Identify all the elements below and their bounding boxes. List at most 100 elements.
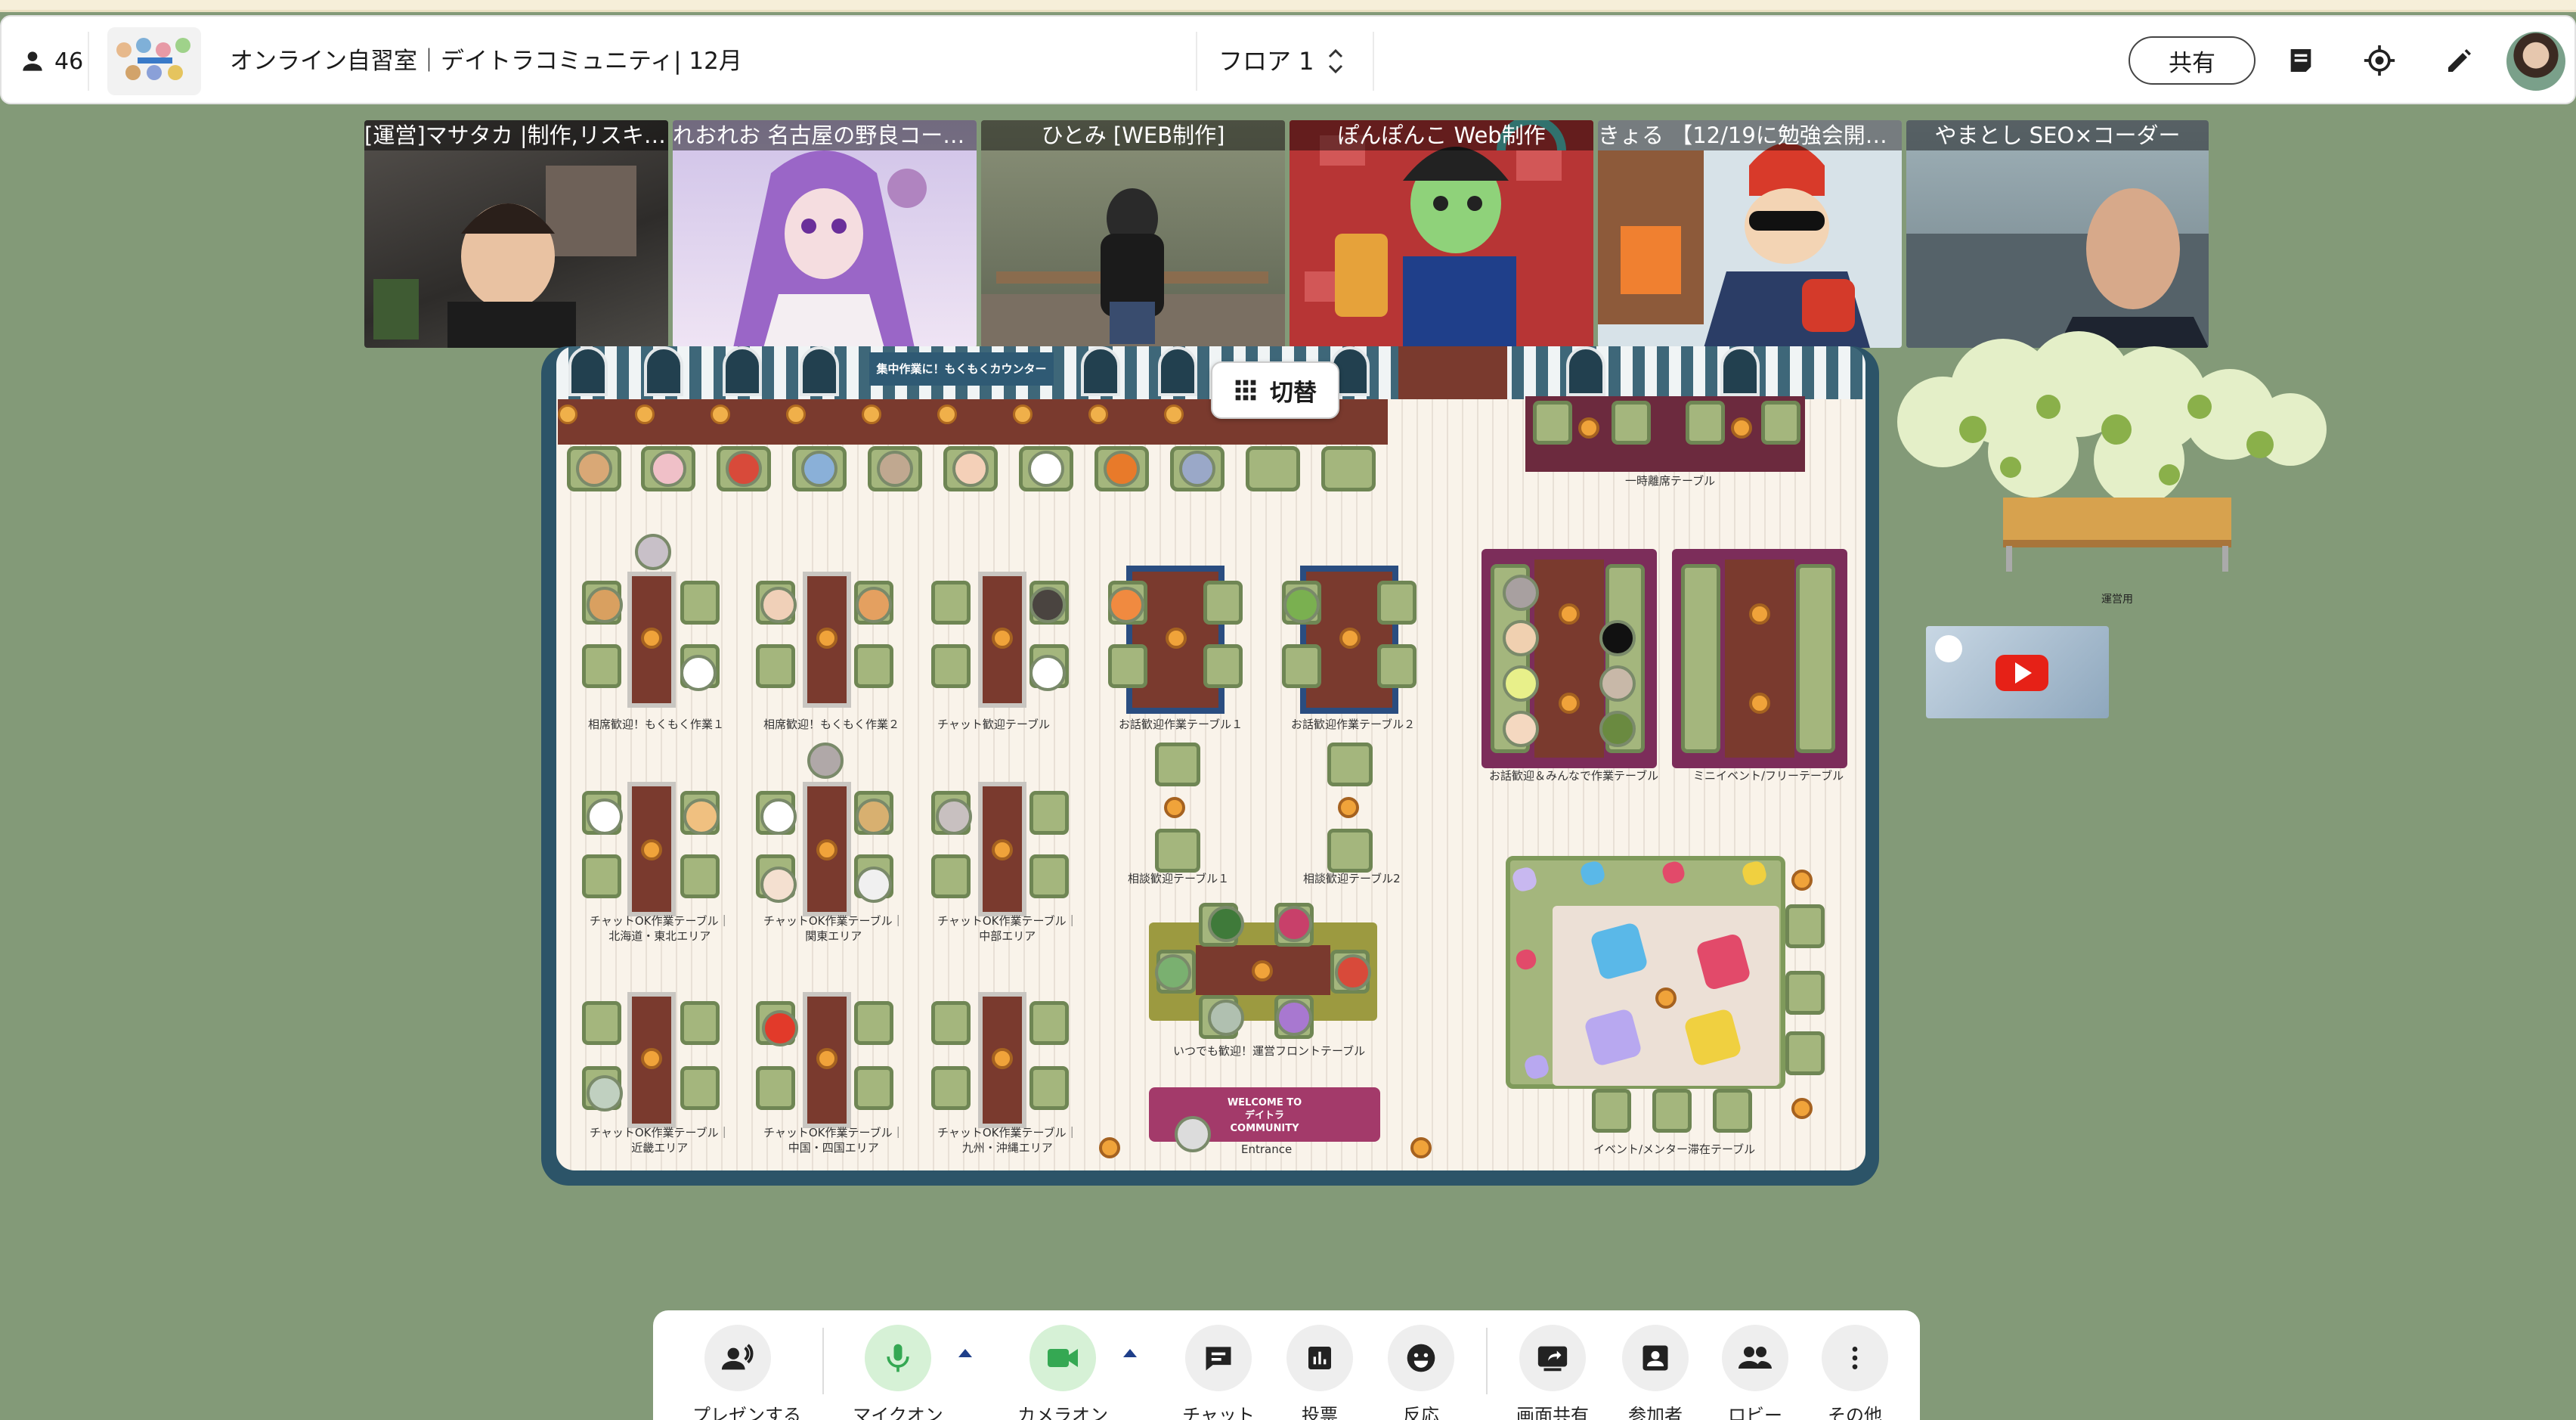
- present-label: プレゼンする: [692, 1405, 801, 1420]
- stair-entrance: [1398, 346, 1507, 399]
- edit-button[interactable]: [2438, 39, 2481, 82]
- header-bar: 46 オンライン自習室｜デイトラコミュニティ| 12月 フロア 1 共有: [0, 15, 2576, 104]
- mic-label: マイクオン: [853, 1405, 943, 1420]
- user-avatar[interactable]: [1599, 620, 1636, 656]
- user-avatar[interactable]: [635, 534, 671, 570]
- user-avatar[interactable]: [1503, 665, 1539, 702]
- video-tile[interactable]: ぽんぽんこ Web制作: [1290, 120, 1593, 348]
- user-avatar[interactable]: [760, 587, 797, 623]
- user-avatar[interactable]: [1104, 451, 1140, 487]
- user-avatar[interactable]: [1208, 906, 1244, 942]
- screenshare-label: 画面共有: [1516, 1405, 1589, 1420]
- user-avatar[interactable]: [936, 798, 972, 835]
- unfold-icon: [1328, 48, 1342, 74]
- user-avatar[interactable]: [856, 798, 892, 835]
- user-avatar[interactable]: [1335, 954, 1371, 991]
- user-avatar[interactable]: [1503, 620, 1539, 656]
- user-avatar[interactable]: [1028, 451, 1064, 487]
- more-label: その他: [1828, 1405, 1882, 1420]
- table-label: 一時離席テーブル: [1625, 474, 1716, 488]
- user-avatar[interactable]: [650, 451, 686, 487]
- lobby-button[interactable]: ロビー: [1710, 1325, 1800, 1420]
- top-strip: [0, 0, 2576, 12]
- camera-button[interactable]: カメラオン: [1017, 1325, 1108, 1420]
- user-avatar[interactable]: [1276, 906, 1312, 942]
- user-avatar[interactable]: [683, 798, 720, 835]
- participants-button[interactable]: 参加者: [1610, 1325, 1701, 1420]
- user-avatar[interactable]: [952, 451, 989, 487]
- user-avatar[interactable]: [1029, 655, 1066, 691]
- user-avatar[interactable]: [1276, 1000, 1312, 1036]
- floor-selector[interactable]: フロア 1: [1218, 17, 1345, 106]
- table-label: 相談歓迎テーブル１: [1128, 872, 1230, 885]
- user-avatar[interactable]: [1029, 587, 1066, 623]
- switch-label: 切替: [1270, 379, 1317, 407]
- share-button[interactable]: 共有: [2129, 36, 2256, 85]
- video-tile[interactable]: [運営]マサタカ |制作,リスキリ...: [364, 120, 668, 348]
- video-tile[interactable]: ひとみ [WEB制作]: [981, 120, 1285, 348]
- react-label: 反応: [1403, 1405, 1439, 1420]
- user-avatar[interactable]: [807, 743, 844, 779]
- more-button[interactable]: その他: [1810, 1325, 1900, 1420]
- screenshare-button[interactable]: 画面共有: [1507, 1325, 1598, 1420]
- react-button[interactable]: 反応: [1376, 1325, 1466, 1420]
- user-avatar[interactable]: [1175, 1116, 1211, 1152]
- table-label: チャットOK作業テーブル｜ 中国・四国エリア: [763, 1126, 904, 1155]
- my-avatar[interactable]: [2505, 30, 2567, 92]
- table-label: チャットOK作業テーブル｜ 北海道・東北エリア: [590, 914, 730, 943]
- table-label: チャット歓迎テーブル: [937, 718, 1050, 731]
- user-avatar[interactable]: [760, 798, 797, 835]
- user-avatar[interactable]: [1503, 575, 1539, 611]
- mic-options-caret[interactable]: [958, 1349, 972, 1357]
- counter-seat[interactable]: [1246, 446, 1300, 491]
- participant-name: ひとみ [WEB制作]: [981, 120, 1285, 150]
- user-avatar[interactable]: [1208, 1000, 1244, 1036]
- user-avatar[interactable]: [587, 1075, 623, 1112]
- user-avatar[interactable]: [762, 1010, 798, 1046]
- user-avatar[interactable]: [856, 867, 892, 903]
- tree: [1882, 316, 2351, 528]
- poll-button[interactable]: 投票: [1274, 1325, 1365, 1420]
- user-avatar[interactable]: [1179, 451, 1215, 487]
- user-avatar[interactable]: [726, 451, 762, 487]
- staff-bench[interactable]: [2003, 498, 2231, 547]
- user-avatar[interactable]: [1283, 587, 1320, 623]
- user-avatar[interactable]: [1503, 711, 1539, 747]
- camera-options-caret[interactable]: [1123, 1349, 1137, 1357]
- user-avatar[interactable]: [801, 451, 838, 487]
- present-button[interactable]: プレゼンする: [692, 1325, 801, 1420]
- notes-button[interactable]: [2280, 39, 2322, 82]
- counter-seat[interactable]: [1321, 446, 1376, 491]
- user-avatar[interactable]: [587, 798, 623, 835]
- user-avatar[interactable]: [576, 451, 612, 487]
- bench-label: 運営用: [2101, 594, 2133, 606]
- locate-me-button[interactable]: [2358, 39, 2401, 82]
- user-avatar[interactable]: [856, 587, 892, 623]
- group-icon: [1738, 1347, 1772, 1369]
- user-avatar[interactable]: [680, 655, 717, 691]
- poll-label: 投票: [1302, 1405, 1338, 1420]
- video-tile[interactable]: れおれお 名古屋の野良コーダー: [673, 120, 977, 348]
- video-tile[interactable]: やまとし SEO×コーダー: [1906, 120, 2209, 348]
- user-avatar[interactable]: [1155, 954, 1191, 991]
- floor-label: フロア 1: [1218, 47, 1314, 76]
- participant-counter[interactable]: 46: [18, 17, 83, 106]
- table-label: チャットOK作業テーブル｜ 九州・沖縄エリア: [937, 1126, 1078, 1155]
- chat-button[interactable]: チャット: [1173, 1325, 1264, 1420]
- user-avatar[interactable]: [1599, 665, 1636, 702]
- mic-button[interactable]: マイクオン: [853, 1325, 943, 1420]
- participant-name: ぽんぽんこ Web制作: [1290, 120, 1593, 150]
- video-tile[interactable]: きょる 【12/19に勉強会開催】: [1598, 120, 1902, 348]
- switch-button[interactable]: 切替: [1211, 361, 1339, 419]
- counter-banner: 集中作業に！もくもくカウンター: [869, 352, 1054, 386]
- participants-label: 参加者: [1628, 1405, 1683, 1420]
- user-avatar[interactable]: [877, 451, 913, 487]
- youtube-embed[interactable]: [1926, 626, 2109, 718]
- user-avatar[interactable]: [1108, 587, 1144, 623]
- lobby-label: ロビー: [1728, 1405, 1782, 1420]
- table-label: お話歓迎＆みんなで作業テーブル: [1489, 769, 1659, 783]
- user-avatar[interactable]: [587, 587, 623, 623]
- user-avatar[interactable]: [1599, 711, 1636, 747]
- user-avatar[interactable]: [760, 867, 797, 903]
- table-label: お話歓迎作業テーブル１: [1119, 718, 1243, 731]
